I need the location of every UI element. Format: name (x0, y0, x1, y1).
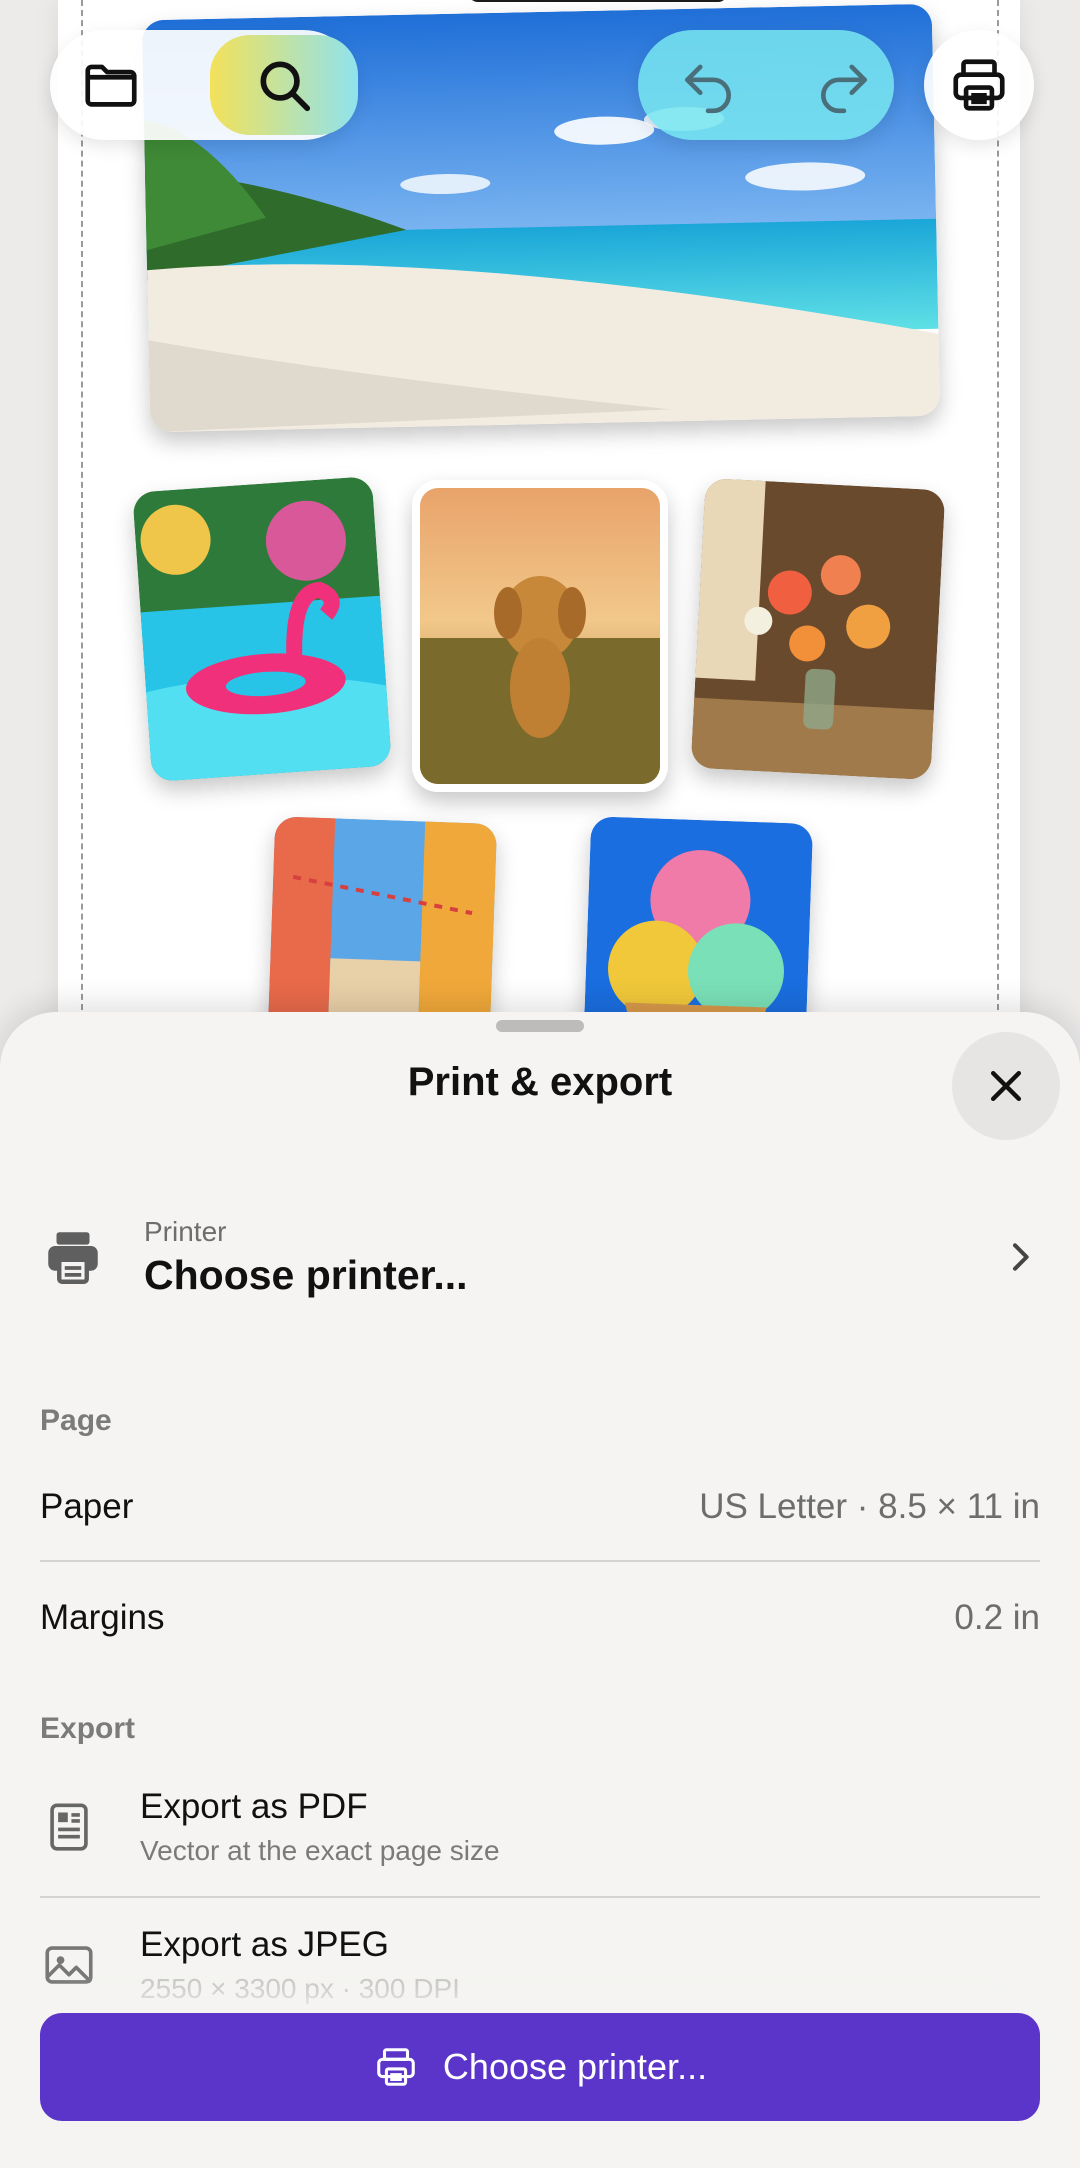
export-pdf-row[interactable]: Export as PDF Vector at the exact page s… (40, 1762, 1040, 1892)
printer-value: Choose printer... (144, 1251, 468, 1298)
export-jpeg-row[interactable]: Export as JPEG 2550 × 3300 px · 300 DPI (40, 1900, 1040, 2030)
toolbar-left-group (50, 30, 358, 140)
print-button[interactable] (929, 35, 1029, 135)
paper-value: US Letter · 8.5 × 11 in (699, 1487, 1040, 1526)
toolbar-history-group (638, 30, 894, 140)
chevron-right-icon (1013, 1243, 1029, 1271)
printer-label: Printer (144, 1215, 227, 1247)
photo-dog[interactable] (412, 480, 668, 792)
folder-button[interactable] (62, 35, 160, 135)
redo-button[interactable] (794, 35, 894, 135)
margins-value: 0.2 in (954, 1598, 1040, 1637)
choose-printer-button[interactable]: Choose printer... (40, 2013, 1040, 2121)
export-section-label: Export (40, 1712, 136, 1745)
export-jpeg-title: Export as JPEG (140, 1925, 389, 1964)
toolbar-print-group (924, 30, 1034, 140)
print-export-sheet: Print & export Printer Choose printer...… (0, 1012, 1080, 2168)
photo-flowers[interactable] (690, 477, 946, 781)
margins-row[interactable]: Margins 0.2 in (40, 1563, 1040, 1673)
undo-icon (685, 64, 731, 114)
pdf-document-icon (50, 1803, 88, 1851)
sheet-title: Print & export (407, 1060, 673, 1104)
image-icon (45, 1946, 93, 1984)
export-pdf-title: Export as PDF (140, 1787, 368, 1826)
close-button[interactable] (952, 1032, 1060, 1140)
close-icon (990, 1070, 1022, 1102)
printer-icon (48, 1232, 98, 1284)
printer-selector[interactable]: Printer Choose printer... (40, 1202, 1040, 1312)
printer-icon (377, 2048, 415, 2086)
choose-printer-button-label: Choose printer... (442, 2046, 708, 2087)
search-button[interactable] (210, 35, 358, 135)
photo-flamingo[interactable] (132, 475, 392, 783)
undo-button[interactable] (658, 35, 758, 135)
sheet-grabber[interactable] (496, 1020, 584, 1032)
divider (40, 1896, 1040, 1898)
printer-icon (953, 59, 1005, 111)
export-jpeg-subtitle: 2550 × 3300 px · 300 DPI (140, 1973, 460, 2004)
divider (40, 1560, 1040, 1562)
export-pdf-subtitle: Vector at the exact page size (140, 1835, 500, 1866)
page-section-label: Page (40, 1404, 112, 1437)
paper-row[interactable]: Paper US Letter · 8.5 × 11 in (40, 1452, 1040, 1562)
paper-label: Paper (40, 1487, 134, 1526)
margins-label: Margins (40, 1598, 165, 1637)
search-icon (260, 61, 311, 112)
folder-icon (85, 64, 137, 107)
redo-icon (821, 64, 867, 114)
